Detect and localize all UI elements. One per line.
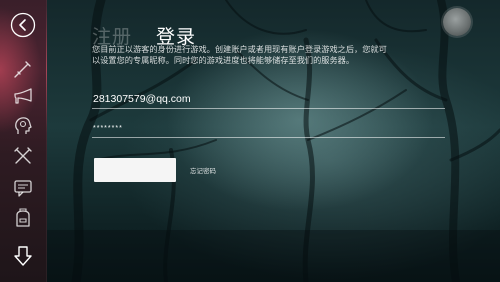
backpack-icon[interactable] xyxy=(12,207,34,229)
crossed-tools-icon[interactable] xyxy=(12,145,34,167)
back-button[interactable] xyxy=(10,12,36,38)
profile-avatar-button[interactable] xyxy=(443,8,471,36)
sidebar xyxy=(0,0,47,282)
sword-icon[interactable] xyxy=(12,58,34,80)
download-arrow-icon[interactable] xyxy=(12,245,34,267)
forgot-password-link[interactable]: 忘记密码 xyxy=(190,165,216,175)
guest-notice-text: 您目前正以游客的身份进行游戏。创建账户或者用现有账户登录游戏之后，您就可以设置您… xyxy=(92,45,387,65)
email-field[interactable] xyxy=(92,90,445,109)
head-profile-icon[interactable] xyxy=(12,115,34,137)
back-icon xyxy=(10,12,36,38)
horn-icon[interactable] xyxy=(12,86,34,108)
password-field[interactable] xyxy=(92,119,445,138)
chat-icon[interactable] xyxy=(12,177,34,199)
login-submit-button[interactable] xyxy=(94,158,176,182)
login-screen: 注册 登录 您目前正以游客的身份进行游戏。创建账户或者用现有账户登录游戏之后，您… xyxy=(0,0,500,282)
